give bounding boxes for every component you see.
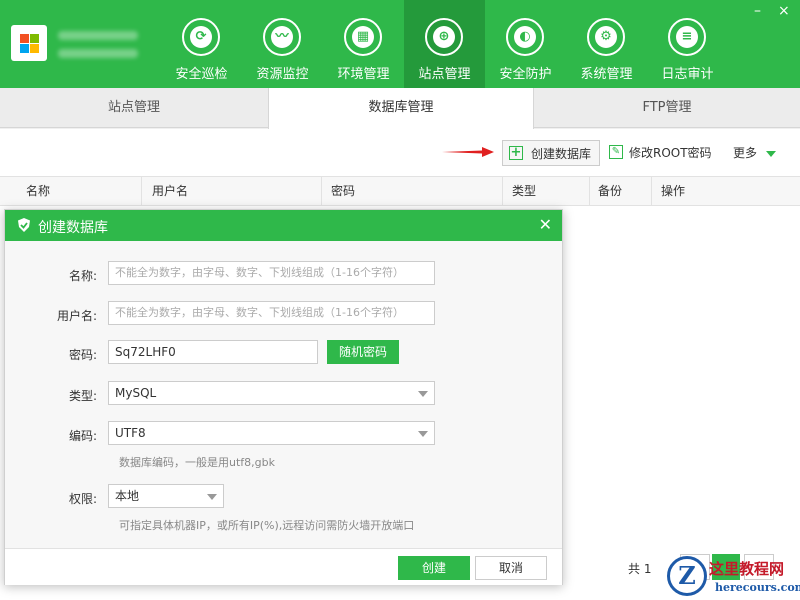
password-input[interactable]: Sq72LHF0 [108,340,318,364]
username-input[interactable]: 不能全为数字，由字母、数字、下划线组成（1-16个字符） [108,301,435,325]
main-nav: ⟳ 安全巡检 〰 资源监控 ▦ 环境管理 ⊕ 站点管理 ◐ 安全防护 ⚙ 系统管… [161,0,728,88]
table-header: 名称 用户名 密码 类型 备份 操作 [0,176,800,206]
monitor-icon: 〰 [263,18,301,56]
watermark-url: herecours.com [715,581,800,594]
create-database-dialog: 创建数据库 ✕ 名称: 不能全为数字，由字母、数字、下划线组成（1-16个字符）… [4,209,563,585]
cancel-button[interactable]: 取消 [475,556,547,580]
type-label: 类型: [68,389,97,403]
edit-icon: ✎ [609,145,623,159]
settings-icon: ⚙ [587,18,625,56]
permission-hint: 可指定具体机器IP，或所有IP(%),远程访问需防火墙开放端口 [119,519,415,532]
shield-icon [18,218,30,232]
permission-select[interactable]: 本地 [108,484,224,508]
site-watermark: Z 这里教程网 herecours.com [661,552,800,600]
scan-icon: ⟳ [182,18,220,56]
tab-site-manage[interactable]: 站点管理 [0,88,268,128]
dialog-body: 名称: 不能全为数字，由字母、数字、下划线组成（1-16个字符） 用户名: 不能… [5,241,562,548]
create-database-button[interactable]: + 创建数据库 [502,140,600,166]
random-password-button[interactable]: 随机密码 [327,340,399,364]
watermark-title: 这里教程网 [709,560,785,578]
permission-label: 权限: [68,492,97,506]
encoding-select[interactable]: UTF8 [108,421,435,445]
col-type: 类型 [504,177,590,206]
nav-item-env-manage[interactable]: ▦ 环境管理 [323,0,404,88]
top-header: ⟳ 安全巡检 〰 资源监控 ▦ 环境管理 ⊕ 站点管理 ◐ 安全防护 ⚙ 系统管… [0,0,800,88]
document-icon: ≡ [668,18,706,56]
col-backup: 备份 [590,177,652,206]
nav-label: 安全防护 [499,67,552,82]
password-label: 密码: [68,348,97,362]
nav-item-security-check[interactable]: ⟳ 安全巡检 [161,0,242,88]
close-icon[interactable]: ✕ [539,215,552,234]
dialog-footer: 创建 取消 [5,548,562,585]
col-username: 用户名 [144,177,322,206]
blurred-server-info [58,31,138,40]
app-logo [11,25,47,61]
minimize-button[interactable]: – [754,3,761,19]
nav-item-system-manage[interactable]: ⚙ 系统管理 [566,0,647,88]
col-actions: 操作 [661,184,686,198]
nav-item-security-protect[interactable]: ◐ 安全防护 [485,0,566,88]
chevron-down-icon [766,151,776,157]
red-arrow-icon [442,147,494,157]
type-select[interactable]: MySQL [108,381,435,405]
nav-item-resource-monitor[interactable]: 〰 资源监控 [242,0,323,88]
nav-label: 环境管理 [337,67,390,82]
tab-ftp-manage[interactable]: FTP管理 [534,88,800,128]
nav-label: 安全巡检 [175,67,228,82]
username-label: 用户名: [56,309,97,323]
nav-item-site-manage[interactable]: ⊕ 站点管理 [404,0,485,88]
nav-label: 站点管理 [418,67,471,82]
nav-label: 资源监控 [256,67,309,82]
globe-icon: ⊕ [425,18,463,56]
chevron-down-icon [418,431,428,437]
chevron-down-icon [418,391,428,397]
nav-label: 日志审计 [661,67,714,82]
name-label: 名称: [68,269,97,283]
col-password: 密码 [323,177,503,206]
name-input[interactable]: 不能全为数字，由字母、数字、下划线组成（1-16个字符） [108,261,435,285]
dialog-header: 创建数据库 ✕ [5,210,562,241]
pagination-total: 共 1 [628,562,652,576]
shield-icon: ◐ [506,18,544,56]
watermark-logo: Z [667,556,707,596]
server-icon: ▦ [344,18,382,56]
chevron-down-icon [207,494,217,500]
col-name: 名称 [18,177,142,206]
nav-item-log-audit[interactable]: ≡ 日志审计 [647,0,728,88]
encoding-hint: 数据库编码，一般是用utf8,gbk [119,456,275,469]
modify-root-password-button[interactable]: ✎ 修改ROOT密码 [607,140,719,166]
tab-database-manage[interactable]: 数据库管理 [268,88,534,129]
sub-tabs: 站点管理 数据库管理 FTP管理 [0,88,800,129]
encoding-label: 编码: [68,429,97,443]
dialog-title: 创建数据库 [38,220,108,236]
plus-icon: + [509,145,523,160]
create-button[interactable]: 创建 [398,556,470,580]
close-window-button[interactable]: × [778,3,790,19]
nav-label: 系统管理 [580,67,633,82]
blurred-server-info [58,49,138,58]
more-dropdown[interactable]: 更多 [733,140,783,166]
